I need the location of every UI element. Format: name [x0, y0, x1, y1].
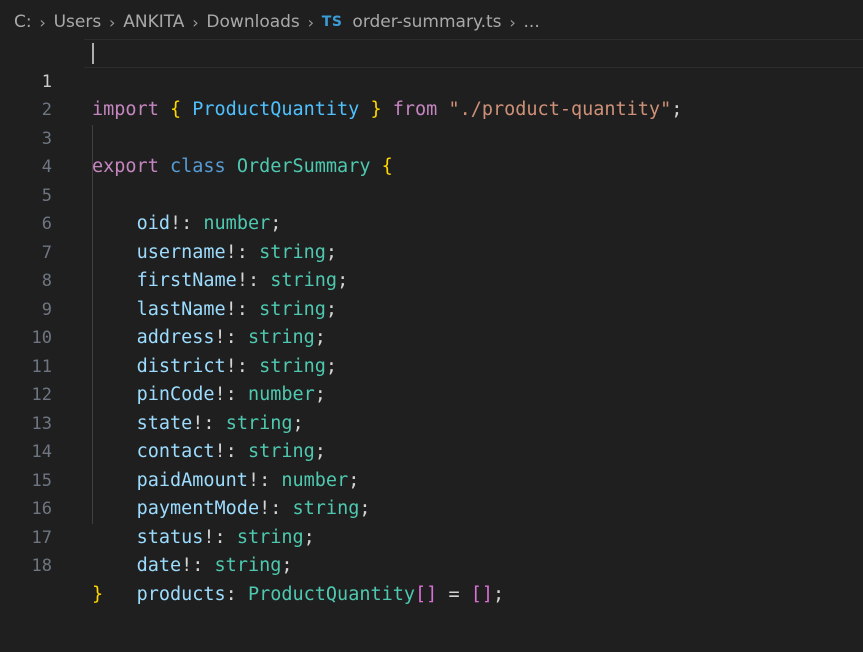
indent-guide — [92, 295, 93, 324]
code-line[interactable]: 3 export class OrderSummary { — [0, 96, 863, 178]
definite-assignment: !: — [181, 555, 204, 576]
indent-guide — [92, 495, 93, 524]
text-cursor — [92, 43, 94, 64]
editor-text-area[interactable]: 1 import { ProductQuantity } from "./pro… — [0, 39, 863, 652]
code-line[interactable]: 1 import { ProductQuantity } from "./pro… — [0, 39, 863, 120]
indent-guide — [92, 267, 93, 296]
breadcrumb-folder-downloads[interactable]: Downloads — [206, 12, 299, 32]
line-number: 18 — [31, 556, 52, 576]
semicolon: ; — [281, 555, 293, 576]
assignment-operator: = — [448, 583, 460, 605]
indent-guide — [92, 153, 93, 182]
code-line[interactable]: 8 address!: string; — [0, 238, 863, 348]
code-line[interactable]: 2 — [0, 68, 863, 120]
array-type-brackets: [] — [415, 583, 438, 605]
breadcrumb-folder-ankita[interactable]: ANKITA — [123, 12, 184, 32]
breadcrumb-file-name: order-summary.ts — [352, 12, 502, 32]
chevron-right-icon: › — [109, 12, 116, 32]
code-line[interactable]: 9 district!: string; — [0, 267, 863, 377]
code-editor-window: C: › Users › ANKITA › Downloads › TS ord… — [0, 0, 863, 652]
indent-guide — [92, 381, 93, 410]
code-content: } — [92, 581, 103, 610]
colon: : — [225, 583, 237, 605]
breadcrumb-symbols-ellipsis[interactable]: ... — [524, 12, 540, 32]
semicolon: ; — [493, 583, 505, 605]
indent-guide — [92, 466, 93, 495]
code-line[interactable]: 7 lastName!: string; — [0, 210, 863, 320]
brace: } — [92, 583, 104, 605]
code-line[interactable]: 10 pinCode!: number; — [0, 295, 863, 405]
code-line[interactable]: 6 firstName!: string; — [0, 181, 863, 291]
field-name: products — [136, 583, 226, 605]
indent-guide — [92, 124, 93, 153]
indent-guide — [92, 238, 93, 267]
breadcrumb: C: › Users › ANKITA › Downloads › TS ord… — [0, 0, 863, 44]
code-content: date!: string; — [92, 552, 293, 581]
indent-guide — [92, 181, 93, 210]
chevron-right-icon: › — [307, 12, 314, 32]
code-line[interactable]: 4 oid!: number; — [0, 124, 863, 234]
typescript-file-icon: TS — [321, 14, 343, 30]
chevron-right-icon: › — [509, 12, 516, 32]
code-line[interactable]: 5 username!: string; — [0, 153, 863, 263]
code-line[interactable]: 13 paidAmount!: number; — [0, 381, 863, 491]
field-type: ProductQuantity — [247, 583, 416, 605]
indent-guide — [92, 409, 93, 438]
code-line[interactable]: 11 state!: string; — [0, 324, 863, 434]
code-line[interactable]: 17 products: ProductQuantity[] = []; — [0, 495, 863, 605]
field-name: date — [136, 555, 182, 576]
breadcrumb-drive[interactable]: C: — [14, 12, 32, 32]
field-type: string — [214, 555, 282, 576]
chevron-right-icon: › — [39, 12, 46, 32]
code-content: products: ProductQuantity[] = []; — [92, 581, 505, 610]
breadcrumb-folder-users[interactable]: Users — [54, 12, 102, 32]
breadcrumb-file[interactable]: TS order-summary.ts — [322, 12, 502, 32]
chevron-right-icon: › — [192, 12, 199, 32]
code-line[interactable]: 18 } — [0, 524, 863, 605]
code-line[interactable]: 16 date!: string; — [0, 466, 863, 576]
empty-array-literal: [] — [470, 583, 494, 605]
code-line[interactable]: 14 paymentMode!: string; — [0, 409, 863, 519]
code-line[interactable]: 12 contact!: string; — [0, 352, 863, 462]
indent-guide — [92, 324, 93, 353]
indent-guide — [92, 438, 93, 467]
indent-guide — [92, 352, 93, 381]
indent-guide — [92, 210, 93, 239]
code-line[interactable]: 15 status!: string; — [0, 438, 863, 548]
